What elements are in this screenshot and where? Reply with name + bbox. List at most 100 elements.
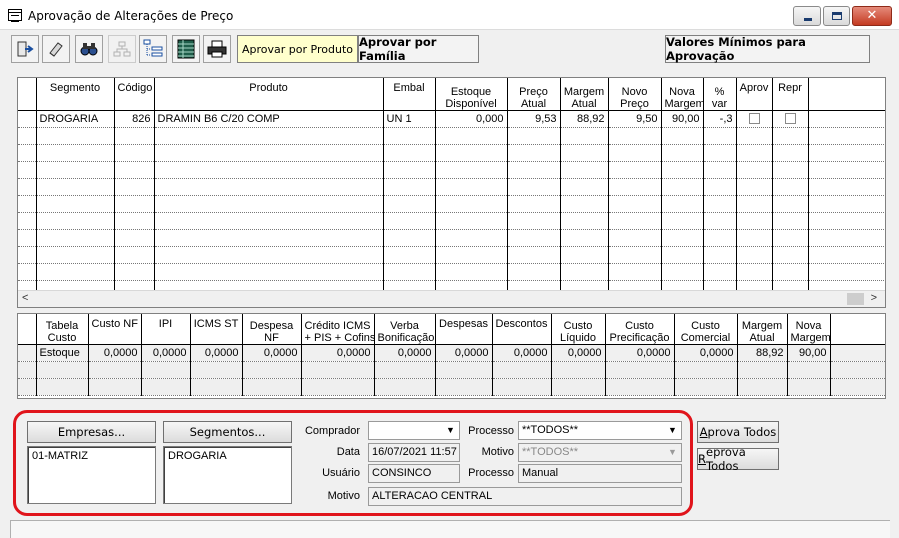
chevron-down-icon[interactable]: ▼ <box>665 445 680 460</box>
cell-nova-margem[interactable]: 90,00 <box>661 110 704 128</box>
cell-preco-atual[interactable]: 9,53 <box>507 110 561 128</box>
cost-header-credito[interactable]: Crédito ICMS + PIS + Cofins <box>301 314 375 345</box>
cost-header-icms-st[interactable]: ICMS ST <box>190 314 243 345</box>
header-nova-margem[interactable]: Nova Margem <box>661 78 704 111</box>
list-item[interactable]: 01-MATRIZ <box>32 450 151 462</box>
close-button[interactable]: ✕ <box>852 6 892 26</box>
cost-header-liquido[interactable]: Custo Líquido <box>551 314 606 345</box>
empty-cell <box>18 263 37 281</box>
cost-cell-despesa-nf[interactable]: 0,0000 <box>242 344 302 362</box>
cost-header-margem-l1: Margem <box>741 319 783 332</box>
header-codigo[interactable]: Código <box>114 78 155 111</box>
header-segmento[interactable]: Segmento <box>36 78 115 111</box>
cost-header-verba[interactable]: Verba Bonificação <box>374 314 436 345</box>
cost-header-despesa-nf[interactable]: Despesa NF <box>242 314 302 345</box>
approve-by-product-button[interactable]: Aprovar por Produto <box>237 35 358 63</box>
empty-cell <box>18 195 37 213</box>
cost-header-tabela[interactable]: Tabela Custo <box>36 314 89 345</box>
cost-cell-credito[interactable]: 0,0000 <box>301 344 375 362</box>
chevron-down-icon[interactable]: ▼ <box>443 423 458 438</box>
cost-cell-margem-atual[interactable]: 88,92 <box>737 344 788 362</box>
segmentos-list[interactable]: DROGARIA <box>163 446 292 504</box>
cell-estoque[interactable]: 0,000 <box>435 110 508 128</box>
comprador-select[interactable]: ▼ <box>368 421 460 440</box>
header-embal[interactable]: Embal <box>383 78 436 111</box>
approve-by-family-button[interactable]: Aprovar por Família <box>358 35 479 63</box>
repr-checkbox[interactable] <box>784 113 796 125</box>
empty-cell <box>383 229 436 247</box>
minimize-button[interactable] <box>793 6 821 26</box>
aprova-todos-button[interactable]: Aprova Todos <box>697 421 779 443</box>
cost-header-nova-margem[interactable]: Nova Margem <box>787 314 831 345</box>
processo-select[interactable]: **TODOS** ▼ <box>518 421 682 440</box>
hierarchy-icon <box>113 41 131 57</box>
header-preco-atual[interactable]: Preço Atual <box>507 78 561 111</box>
print-button[interactable] <box>203 35 231 63</box>
cost-header-despesas[interactable]: Despesas <box>435 314 493 345</box>
cost-cell-nova-margem[interactable]: 90,00 <box>787 344 831 362</box>
empty-cell <box>560 195 609 213</box>
empty-cell <box>703 246 737 264</box>
products-horizontal-scrollbar[interactable]: < > <box>18 290 885 307</box>
header-estoque-disponivel[interactable]: Estoque Disponível <box>435 78 508 111</box>
cost-cell-custo-nf[interactable]: 0,0000 <box>88 344 142 362</box>
cell-produto[interactable]: DRAMIN B6 C/20 COMP <box>154 110 384 128</box>
scroll-right-arrow-icon[interactable]: > <box>871 292 877 304</box>
cost-cell-verba[interactable]: 0,0000 <box>374 344 436 362</box>
header-var[interactable]: % var <box>703 78 737 111</box>
chevron-down-icon[interactable]: ▼ <box>665 423 680 438</box>
header-repr[interactable]: Repr <box>772 78 809 111</box>
cost-grid[interactable]: Tabela Custo Custo NF IPI ICMS ST Despesa… <box>17 313 886 399</box>
cost-cell-comercial[interactable]: 0,0000 <box>674 344 738 362</box>
cost-cell-descontos[interactable]: 0,0000 <box>492 344 552 362</box>
cost-cell-ipi[interactable]: 0,0000 <box>141 344 191 362</box>
aprov-checkbox[interactable] <box>748 113 760 125</box>
maximize-button[interactable] <box>823 6 850 26</box>
cost-header-comercial[interactable]: Custo Comercial <box>674 314 738 345</box>
cost-header-custo-nf[interactable]: Custo NF <box>88 314 142 345</box>
header-novo-preco[interactable]: Novo Preço <box>608 78 662 111</box>
cost-row[interactable]: Estoque 0,0000 0,0000 0,0000 0,0000 0,00… <box>18 344 885 362</box>
cost-cell-precificacao[interactable]: 0,0000 <box>605 344 675 362</box>
spreadsheet-button[interactable] <box>172 35 200 63</box>
cell-embal[interactable]: UN 1 <box>383 110 436 128</box>
tree-list-button[interactable] <box>139 35 167 63</box>
cost-header-tabela-l2: Custo <box>47 331 77 344</box>
minimum-values-button[interactable]: Valores Mínimos para Aprovação <box>665 35 870 63</box>
scroll-thumb[interactable] <box>847 293 864 305</box>
aprova-todos-label: prova Todos <box>707 425 777 439</box>
eraser-button[interactable] <box>42 35 70 63</box>
exit-button[interactable] <box>11 35 39 63</box>
reprova-todos-button[interactable]: Reprova Todos <box>697 445 779 473</box>
cell-novo-preco[interactable]: 9,50 <box>608 110 662 128</box>
cost-cell-liquido[interactable]: 0,0000 <box>551 344 606 362</box>
list-item[interactable]: DROGARIA <box>168 450 287 462</box>
header-aprov[interactable]: Aprov <box>736 78 773 111</box>
cell-segmento[interactable]: DROGARIA <box>36 110 115 128</box>
cell-aprov[interactable] <box>736 110 773 128</box>
products-grid[interactable]: Segmento Código Produto Embal Estoque Dis… <box>17 77 886 308</box>
cost-header-ipi[interactable]: IPI <box>141 314 191 345</box>
search-button[interactable] <box>75 35 103 63</box>
cell-codigo[interactable]: 826 <box>114 110 155 128</box>
header-margem-atual[interactable]: Margem Atual <box>560 78 609 111</box>
motivo-select[interactable]: **TODOS** ▼ <box>518 443 682 462</box>
empty-cell <box>435 263 508 281</box>
cell-margem-atual[interactable]: 88,92 <box>560 110 609 128</box>
empresas-button[interactable]: Empresas... <box>27 421 156 443</box>
cost-body: Estoque 0,0000 0,0000 0,0000 0,0000 0,00… <box>18 344 885 396</box>
segmentos-button[interactable]: Segmentos... <box>163 421 292 443</box>
header-produto[interactable]: Produto <box>154 78 384 111</box>
cell-var[interactable]: -,3 <box>703 110 737 128</box>
cost-header-precificacao[interactable]: Custo Precificação <box>605 314 675 345</box>
cell-repr[interactable] <box>772 110 809 128</box>
cost-header-margem-atual[interactable]: Margem Atual <box>737 314 788 345</box>
table-row[interactable]: DROGARIA 826 DRAMIN B6 C/20 COMP UN 1 0,… <box>18 110 885 128</box>
cost-header-descontos[interactable]: Descontos <box>492 314 552 345</box>
cost-cell-despesas[interactable]: 0,0000 <box>435 344 493 362</box>
hierarchy-button[interactable] <box>108 35 136 63</box>
cost-cell-tabela[interactable]: Estoque <box>36 344 89 362</box>
cost-cell-icms-st[interactable]: 0,0000 <box>190 344 243 362</box>
scroll-left-arrow-icon[interactable]: < <box>22 292 28 304</box>
empresas-list[interactable]: 01-MATRIZ <box>27 446 156 504</box>
